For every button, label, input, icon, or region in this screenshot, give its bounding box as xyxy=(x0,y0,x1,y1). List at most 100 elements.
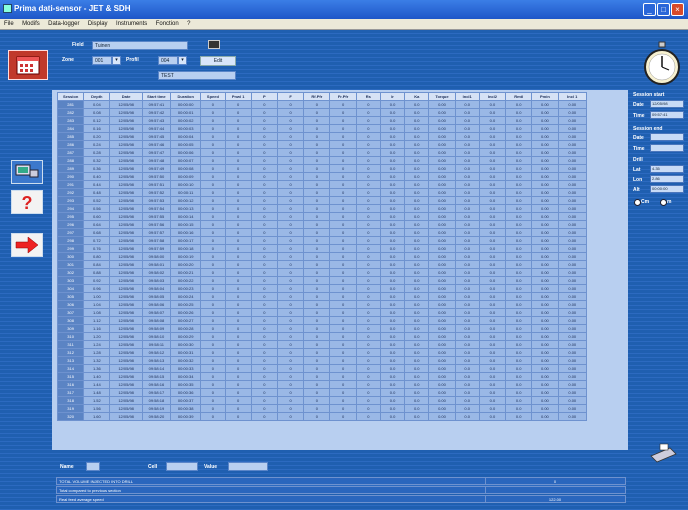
table-cell[interactable]: 12/05/98 xyxy=(109,252,143,261)
table-cell[interactable]: 0 xyxy=(224,252,252,261)
table-cell[interactable]: 12/05/98 xyxy=(109,356,143,365)
table-cell[interactable]: 0.00 xyxy=(428,372,456,381)
table-cell[interactable]: 0.0 xyxy=(379,388,406,397)
table-cell[interactable]: 0.0 xyxy=(478,412,507,421)
table-cell[interactable]: 0 xyxy=(224,412,252,421)
table-cell[interactable]: 0.00 xyxy=(557,332,587,341)
table-cell[interactable]: 0.00 xyxy=(531,188,559,197)
table-cell[interactable]: 0 xyxy=(200,412,226,421)
table-cell[interactable]: 0.0 xyxy=(404,164,430,173)
table-cell[interactable]: 0.00 xyxy=(557,372,587,381)
table-cell[interactable]: 00:00:34 xyxy=(170,372,202,381)
table-cell[interactable]: 0.0 xyxy=(454,284,480,293)
table-row[interactable]: 310 1.20 12/05/98 09:58:10 00:00:29 0 0 0 0 0 0 0 0.… xyxy=(57,332,587,341)
table-cell[interactable]: 0.0 xyxy=(505,124,533,133)
table-cell[interactable]: 0 xyxy=(250,404,279,413)
table-cell[interactable]: 0.0 xyxy=(404,268,430,277)
table-cell[interactable]: 0.0 xyxy=(404,124,430,133)
table-cell[interactable]: 09:57:56 xyxy=(141,220,172,229)
row-session-cell[interactable]: 302 xyxy=(57,268,85,277)
row-session-cell[interactable]: 289 xyxy=(57,164,85,173)
table-cell[interactable]: 00:00:22 xyxy=(170,276,202,285)
table-cell[interactable]: 0 xyxy=(303,404,331,413)
table-cell[interactable]: 09:58:00 xyxy=(141,252,172,261)
table-cell[interactable]: 09:57:46 xyxy=(141,140,172,149)
table-cell[interactable]: 0.0 xyxy=(404,212,430,221)
table-cell[interactable]: 1.64 xyxy=(83,420,111,421)
table-row[interactable]: 287 0.28 12/05/98 09:57:47 00:00:06 0 0 0 0 0 0 0 0.… xyxy=(57,148,587,157)
table-cell[interactable]: 00:00:01 xyxy=(170,108,202,117)
table-cell[interactable]: 0.0 xyxy=(505,380,533,389)
table-cell[interactable]: 0.0 xyxy=(505,324,533,333)
row-session-cell[interactable]: 318 xyxy=(57,396,85,405)
table-row[interactable]: 318 1.52 12/05/98 09:58:18 00:00:37 0 0 0 0 0 0 0 0.… xyxy=(57,396,587,405)
table-cell[interactable]: 09:58:17 xyxy=(141,388,172,397)
table-cell[interactable]: 0.0 xyxy=(505,132,533,141)
table-cell[interactable]: 0.00 xyxy=(557,228,587,237)
table-cell[interactable]: 0.0 xyxy=(379,252,406,261)
table-cell[interactable]: 0 xyxy=(303,156,331,165)
row-session-cell[interactable]: 306 xyxy=(57,300,85,309)
table-cell[interactable]: 0.00 xyxy=(531,324,559,333)
table-cell[interactable]: 0 xyxy=(200,284,226,293)
table-cell[interactable]: 0 xyxy=(303,380,331,389)
table-cell[interactable]: 0.0 xyxy=(478,332,507,341)
table-cell[interactable]: 0 xyxy=(200,404,226,413)
table-cell[interactable]: 09:58:11 xyxy=(141,340,172,349)
table-cell[interactable]: 0.0 xyxy=(478,244,507,253)
table-cell[interactable]: 0.00 xyxy=(531,164,559,173)
table-cell[interactable]: 0 xyxy=(303,228,331,237)
table-cell[interactable]: 0 xyxy=(250,108,279,117)
table-cell[interactable]: 0 xyxy=(250,148,279,157)
table-cell[interactable]: 0 xyxy=(224,372,252,381)
table-cell[interactable]: 0.00 xyxy=(428,196,456,205)
table-cell[interactable]: 0.00 xyxy=(557,212,587,221)
table-cell[interactable]: 0.0 xyxy=(404,388,430,397)
edit-button[interactable]: Edit xyxy=(200,56,236,66)
table-cell[interactable]: 00:00:14 xyxy=(170,212,202,221)
table-cell[interactable]: 0 xyxy=(250,388,279,397)
table-cell[interactable]: 0 xyxy=(329,148,357,157)
table-cell[interactable]: 1.44 xyxy=(83,380,111,389)
table-row[interactable]: 281 0.04 12/05/98 09:57:41 00:00:00 0 0 0 0 0 0 0 0.… xyxy=(57,100,587,109)
table-cell[interactable]: 09:58:14 xyxy=(141,364,172,373)
table-cell[interactable]: 0.00 xyxy=(531,156,559,165)
table-cell[interactable]: 1.24 xyxy=(83,340,111,349)
table-cell[interactable]: 0 xyxy=(303,356,331,365)
column-header[interactable]: Torque xyxy=(428,92,456,101)
table-cell[interactable]: 09:58:13 xyxy=(141,356,172,365)
table-cell[interactable]: 0.00 xyxy=(428,124,456,133)
table-cell[interactable]: 0.0 xyxy=(379,348,406,357)
table-cell[interactable]: 0.0 xyxy=(478,324,507,333)
table-cell[interactable]: 0.32 xyxy=(83,156,111,165)
table-cell[interactable]: 12/05/98 xyxy=(109,124,143,133)
row-session-cell[interactable]: 303 xyxy=(57,276,85,285)
table-cell[interactable]: 0 xyxy=(276,260,305,269)
table-cell[interactable]: 12/05/98 xyxy=(109,276,143,285)
table-cell[interactable]: 0 xyxy=(250,324,279,333)
table-cell[interactable]: 0.0 xyxy=(454,268,480,277)
table-cell[interactable]: 0 xyxy=(329,292,357,301)
table-cell[interactable]: 0.0 xyxy=(478,196,507,205)
table-row[interactable]: 316 1.44 12/05/98 09:58:16 00:00:35 0 0 0 0 0 0 0 0.… xyxy=(57,380,587,389)
table-cell[interactable]: 0 xyxy=(355,300,381,309)
column-header[interactable]: Fr.Pfr xyxy=(329,92,357,101)
table-cell[interactable]: 0 xyxy=(355,212,381,221)
table-cell[interactable]: 0.00 xyxy=(557,220,587,229)
table-cell[interactable]: 0 xyxy=(200,172,226,181)
table-cell[interactable]: 0 xyxy=(303,116,331,125)
table-cell[interactable]: 09:57:59 xyxy=(141,244,172,253)
table-cell[interactable]: 0.00 xyxy=(557,316,587,325)
menu-item-fonction[interactable]: Fonction xyxy=(156,19,179,29)
table-cell[interactable]: 0.0 xyxy=(505,340,533,349)
table-cell[interactable]: 0.0 xyxy=(478,100,507,109)
table-cell[interactable]: 0.0 xyxy=(379,108,406,117)
column-header[interactable]: Pnwl 1 xyxy=(224,92,252,101)
table-cell[interactable]: 0.00 xyxy=(428,228,456,237)
table-cell[interactable]: 0.0 xyxy=(454,188,480,197)
table-cell[interactable]: 0 xyxy=(329,196,357,205)
table-cell[interactable]: 0 xyxy=(224,268,252,277)
table-cell[interactable]: 0 xyxy=(329,100,357,109)
table-cell[interactable]: 12/05/98 xyxy=(109,364,143,373)
table-cell[interactable]: 0.00 xyxy=(557,148,587,157)
